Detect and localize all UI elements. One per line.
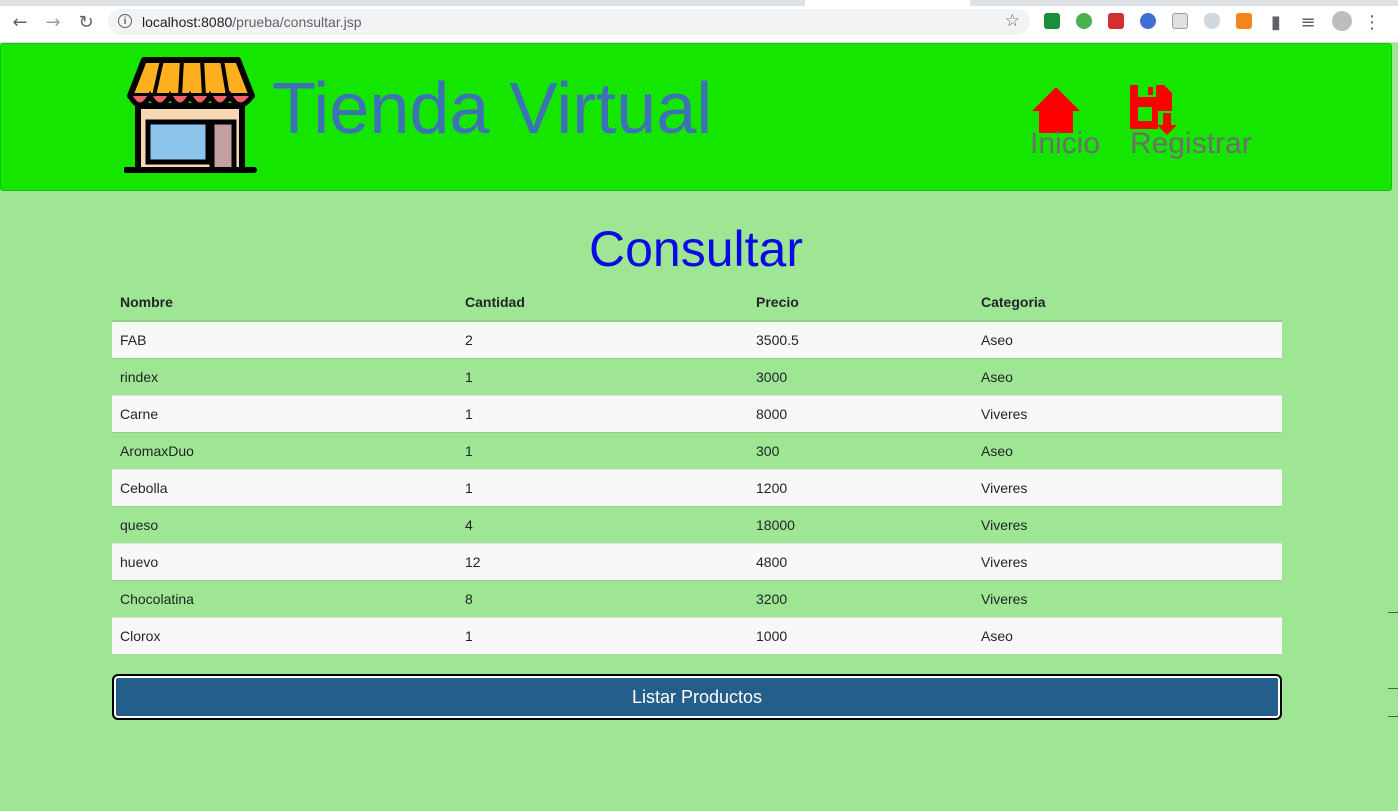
active-tab[interactable] bbox=[805, 0, 970, 6]
table-row: AromaxDuo 1 300 Aseo bbox=[112, 432, 1282, 470]
arrow-left-icon[interactable]: ← bbox=[8, 10, 32, 34]
cell-cantidad: 1 bbox=[457, 432, 748, 470]
table-row: Carne 1 8000 Viveres bbox=[112, 395, 1282, 433]
cell-cantidad: 12 bbox=[457, 543, 748, 581]
reload-icon[interactable]: ↻ bbox=[74, 10, 98, 34]
cell-precio: 8000 bbox=[748, 395, 973, 433]
address-bar[interactable]: i localhost:8080/prueba/consultar.jsp ☆ bbox=[108, 9, 1030, 35]
cell-categoria: Aseo bbox=[973, 617, 1282, 654]
products-table: Nombre Cantidad Precio Categoria FAB 2 3… bbox=[112, 283, 1282, 654]
shield-icon[interactable] bbox=[1204, 13, 1220, 29]
cell-categoria: Aseo bbox=[973, 432, 1282, 470]
site-title: Tienda Virtual bbox=[272, 69, 713, 149]
cell-precio: 300 bbox=[748, 432, 973, 470]
extension-icon[interactable] bbox=[1076, 13, 1092, 29]
cell-nombre: Carne bbox=[112, 395, 457, 433]
cell-cantidad: 1 bbox=[457, 617, 748, 654]
cell-nombre: Cebolla bbox=[112, 469, 457, 507]
table-row: huevo 12 4800 Viveres bbox=[112, 543, 1282, 581]
cell-cantidad: 1 bbox=[457, 395, 748, 433]
cell-nombre: rindex bbox=[112, 358, 457, 396]
cell-categoria: Viveres bbox=[973, 543, 1282, 581]
browser-toolbar: ← → ↻ i localhost:8080/prueba/consultar.… bbox=[0, 0, 1398, 43]
cell-categoria: Aseo bbox=[973, 358, 1282, 396]
fox-icon[interactable] bbox=[1236, 13, 1252, 29]
cell-nombre: FAB bbox=[112, 320, 457, 359]
menu-icon[interactable]: ⋮ bbox=[1360, 10, 1384, 34]
cell-precio: 1200 bbox=[748, 469, 973, 507]
cell-precio: 1000 bbox=[748, 617, 973, 654]
avatar[interactable] bbox=[1332, 11, 1352, 31]
cell-precio: 3500.5 bbox=[748, 320, 973, 359]
cell-nombre: AromaxDuo bbox=[112, 432, 457, 470]
column-header-categoria: Categoria bbox=[973, 283, 1282, 322]
column-header-cantidad: Cantidad bbox=[457, 283, 748, 322]
listar-productos-button[interactable]: Listar Productos bbox=[112, 674, 1282, 720]
extension-icon[interactable] bbox=[1108, 13, 1124, 29]
cell-precio: 3000 bbox=[748, 358, 973, 396]
table-header-row: Nombre Cantidad Precio Categoria bbox=[112, 283, 1282, 322]
url-host: localhost:8080 bbox=[142, 14, 233, 30]
star-icon[interactable]: ☆ bbox=[1005, 11, 1020, 31]
page-title: Consultar bbox=[589, 221, 803, 277]
cell-precio: 4800 bbox=[748, 543, 973, 581]
table-row: rindex 1 3000 Aseo bbox=[112, 358, 1282, 396]
table-row: Chocolatina 8 3200 Viveres bbox=[112, 580, 1282, 618]
url-path: /prueba/consultar.jsp bbox=[232, 14, 362, 30]
document-icon[interactable] bbox=[1172, 13, 1188, 29]
scrollbar-mark bbox=[1388, 716, 1398, 717]
cell-categoria: Viveres bbox=[973, 469, 1282, 507]
column-header-nombre: Nombre bbox=[112, 283, 457, 322]
scrollbar-mark bbox=[1388, 612, 1398, 613]
cell-cantidad: 1 bbox=[457, 358, 748, 396]
cell-cantidad: 1 bbox=[457, 469, 748, 507]
cell-categoria: Viveres bbox=[973, 580, 1282, 618]
table-row: Clorox 1 1000 Aseo bbox=[112, 617, 1282, 654]
cell-cantidad: 2 bbox=[457, 320, 748, 359]
cell-categoria: Aseo bbox=[973, 320, 1282, 359]
store-icon bbox=[124, 57, 257, 173]
tab-strip bbox=[0, 0, 1398, 6]
extension-icon[interactable] bbox=[1044, 13, 1060, 29]
url-text[interactable]: localhost:8080/prueba/consultar.jsp bbox=[142, 14, 362, 30]
puzzle-icon[interactable]: ▮ bbox=[1264, 10, 1288, 34]
table-row: Cebolla 1 1200 Viveres bbox=[112, 469, 1282, 507]
arrow-right-icon[interactable]: → bbox=[41, 10, 65, 34]
cell-precio: 3200 bbox=[748, 580, 973, 618]
nav-inicio-label: Inicio bbox=[1030, 127, 1101, 160]
extension-icon[interactable] bbox=[1140, 13, 1156, 29]
cell-nombre: Clorox bbox=[112, 617, 457, 654]
cell-cantidad: 8 bbox=[457, 580, 748, 618]
scrollbar-mark bbox=[1388, 688, 1398, 689]
nav-registrar-label: Registrar bbox=[1130, 127, 1252, 160]
cell-categoria: Viveres bbox=[973, 506, 1282, 544]
table-row: queso 4 18000 Viveres bbox=[112, 506, 1282, 544]
cell-nombre: queso bbox=[112, 506, 457, 544]
cell-precio: 18000 bbox=[748, 506, 973, 544]
cell-categoria: Viveres bbox=[973, 395, 1282, 433]
column-header-precio: Precio bbox=[748, 283, 973, 322]
cell-cantidad: 4 bbox=[457, 506, 748, 544]
cell-nombre: huevo bbox=[112, 543, 457, 581]
media-queue-icon[interactable]: ≡ bbox=[1296, 10, 1320, 34]
table-row: FAB 2 3500.5 Aseo bbox=[112, 320, 1282, 359]
info-icon[interactable]: i bbox=[118, 14, 132, 28]
cell-nombre: Chocolatina bbox=[112, 580, 457, 618]
